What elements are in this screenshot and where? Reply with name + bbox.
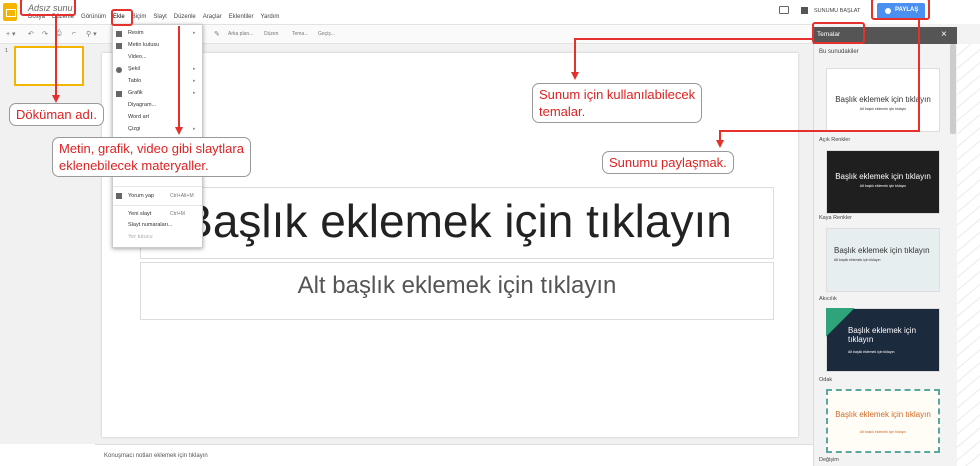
theme-card-title: Başlık eklemek için tıklayın (848, 326, 917, 344)
arrow-head (52, 95, 60, 103)
menu-format[interactable]: Biçim (132, 14, 147, 24)
submenu-arrow-icon: ▸ (193, 30, 196, 36)
highlight-insert-menu (111, 9, 133, 26)
slide-number: 1 (5, 48, 8, 54)
new-slide-icon[interactable]: + ▾ (6, 30, 16, 38)
connector-line (719, 130, 920, 132)
theme-card-subtitle: Alt başlık eklemek için tıklayın (859, 107, 907, 111)
menu-item-line[interactable]: Çizgi (128, 126, 140, 132)
menu-item-chart[interactable]: Grafik (128, 90, 143, 96)
highlight-share (871, 0, 930, 20)
theme-name: Akıcılık (819, 296, 837, 302)
connector-line (574, 38, 814, 40)
theme-name: Kaya Renkler (819, 215, 853, 221)
menu-item-placeholder[interactable]: Yer tutucu (128, 234, 153, 240)
menu-tools[interactable]: Araçlar (203, 14, 222, 24)
connector-line (719, 130, 721, 140)
shortcut-comment: Ctrl+Alt+M (170, 193, 194, 199)
text-box-icon (116, 43, 122, 49)
menu-separator (113, 205, 202, 206)
background-doodles (957, 44, 980, 466)
menu-item-table[interactable]: Tablo (128, 78, 141, 84)
menu-separator (113, 186, 202, 187)
arrow-head (571, 72, 579, 80)
theme-card-title: Başlık eklemek için tıklayın (835, 410, 931, 419)
transition-button[interactable]: Geçiş... (318, 31, 335, 37)
theme-card-subtitle: Alt başlık eklemek için tıklayın (834, 258, 881, 262)
insert-menu (112, 24, 203, 248)
theme-button[interactable]: Tema... (292, 31, 308, 37)
menu-item-shape[interactable]: Şekil (128, 66, 140, 72)
theme-card-simple-dark[interactable] (826, 150, 940, 214)
connector-line (178, 26, 180, 128)
image-icon (116, 31, 122, 37)
menu-item-comment[interactable]: Yorum yap (128, 193, 154, 199)
slides-app-icon[interactable] (3, 3, 17, 21)
theme-name: Açık Renkler (819, 137, 851, 143)
theme-card-title: Başlık eklemek için tıklayın (835, 95, 931, 104)
comments-icon[interactable] (779, 6, 789, 14)
background-button[interactable]: Arka plan... (228, 31, 253, 37)
present-label[interactable]: SUNUMU BAŞLAT (814, 8, 860, 14)
submenu-arrow-icon: ▸ (193, 126, 196, 132)
menu-item-word-art[interactable]: Word art (128, 114, 149, 120)
theme-card-title: Başlık eklemek için tıklayın (834, 246, 930, 255)
connector-line (574, 38, 576, 72)
submenu-arrow-icon: ▸ (193, 66, 196, 72)
highlight-doc-title (20, 0, 76, 16)
connector-line (918, 20, 920, 132)
redo-icon[interactable]: ↷ (42, 30, 48, 38)
menu-view[interactable]: Görünüm (81, 14, 106, 24)
theme-card-title: Başlık eklemek için tıklayın (835, 172, 931, 181)
theme-card-subtitle: Alt başlık eklemek için tıklayın (859, 430, 907, 434)
callout-share: Sunumu paylaşmak. (602, 151, 734, 174)
menu-item-text-box[interactable]: Metin kutusu (128, 42, 159, 48)
themes-scrollbar[interactable] (950, 44, 956, 134)
comment-icon (116, 193, 122, 199)
submenu-arrow-icon: ▸ (193, 90, 196, 96)
menu-addons[interactable]: Eklentiler (229, 14, 254, 24)
submenu-arrow-icon: ▸ (193, 78, 196, 84)
callout-themes: Sunum için kullanılabilecek temalar. (532, 83, 703, 123)
chart-icon (116, 91, 122, 97)
menu-slide[interactable]: Slayt (153, 14, 166, 24)
pen-icon[interactable]: ✎ (214, 30, 220, 38)
theme-card-shift[interactable] (826, 389, 940, 453)
shortcut-new-slide: Ctrl+M (170, 211, 185, 217)
title-placeholder-text[interactable]: Başlık eklemek için tıklayın (140, 194, 774, 248)
arrow-head (716, 140, 724, 148)
highlight-themes (812, 22, 865, 44)
theme-name: Odak (819, 377, 833, 383)
menu-item-slide-numbers[interactable]: Slayt numaraları... (128, 222, 173, 228)
speaker-notes-placeholder[interactable]: Konuşmacı notları eklemek için tıklayın (104, 453, 208, 459)
arrow-head (175, 127, 183, 135)
shape-icon (116, 67, 122, 73)
callout-insert-materials: Metin, grafik, video gibi slaytlara ekle… (52, 137, 251, 177)
menu-item-image[interactable]: Resim (128, 30, 144, 36)
menu-item-diagram[interactable]: Diyagram... (128, 102, 156, 108)
subtitle-placeholder-text[interactable]: Alt başlık eklemek için tıklayın (140, 272, 774, 300)
menu-arrange[interactable]: Düzenle (174, 14, 196, 24)
slide-thumbnail[interactable] (14, 46, 84, 86)
menu-item-video[interactable]: Video... (128, 54, 147, 60)
menu-help[interactable]: Yardım (260, 14, 279, 24)
theme-card-subtitle: Alt başlık eklemek için tıklayın (848, 350, 895, 354)
callout-doc-name: Döküman adı. (9, 103, 104, 126)
connector-line (55, 16, 57, 97)
theme-name: Değişim (819, 457, 839, 463)
themes-section-label: Bu sunudakiler (819, 49, 859, 55)
close-icon[interactable]: × (941, 29, 947, 40)
zoom-icon[interactable]: ⚲ ▾ (86, 30, 97, 38)
layout-button[interactable]: Düzen (264, 31, 278, 37)
undo-icon[interactable]: ↶ (28, 30, 34, 38)
present-icon (801, 7, 808, 14)
paint-format-icon[interactable]: ⌐ (72, 30, 76, 37)
theme-card-subtitle: Alt başlık eklemek için tıklayın (859, 184, 907, 188)
menu-item-new-slide[interactable]: Yeni slayt (128, 211, 151, 217)
